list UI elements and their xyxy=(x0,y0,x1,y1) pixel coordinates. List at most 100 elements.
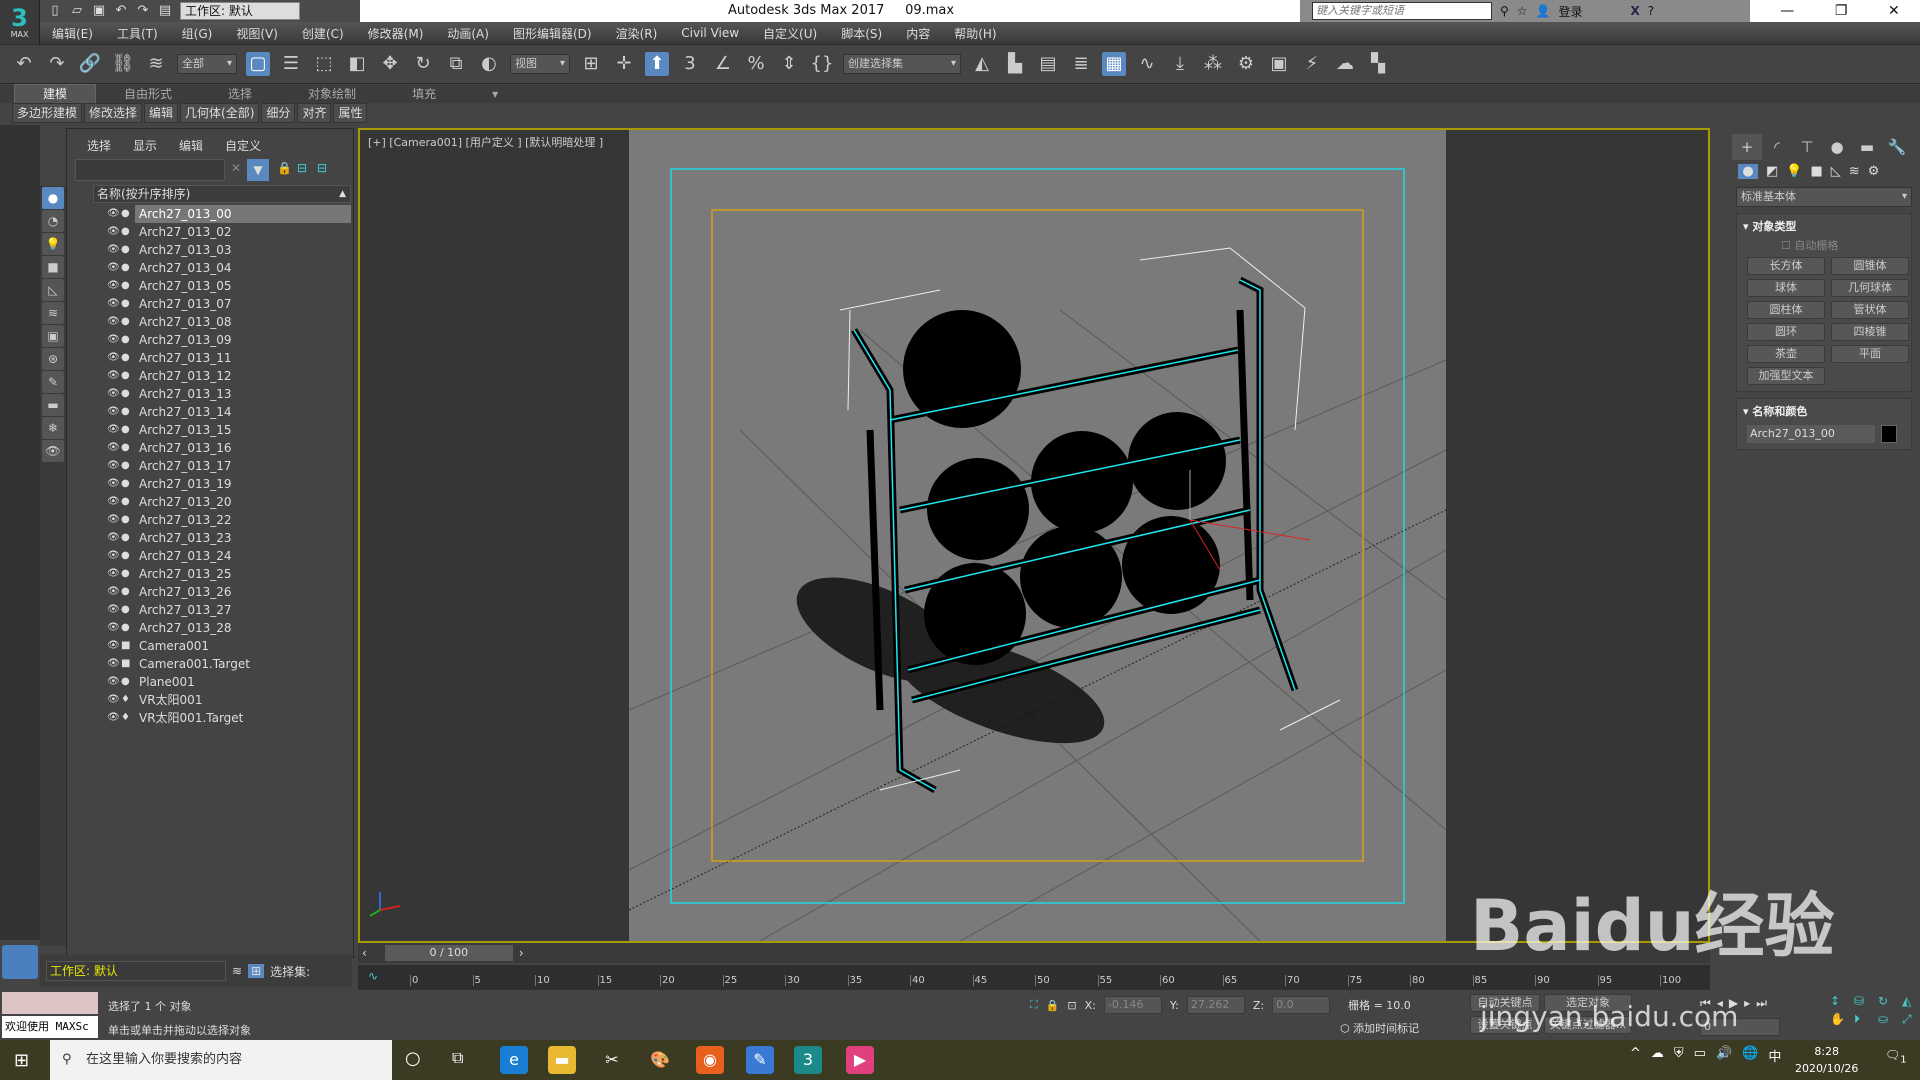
scene-object-row[interactable]: 👁 ■ Camera001 xyxy=(93,637,351,655)
visibility-eye-icon[interactable]: 👁 xyxy=(107,691,121,709)
mirror-icon[interactable]: ◭ xyxy=(970,52,994,76)
scene-object-row[interactable]: 👁 ● Arch27_013_02 xyxy=(93,223,351,241)
schematic-view-icon[interactable]: ⁂ xyxy=(1201,52,1225,76)
display-frozen-icon[interactable]: 👁 xyxy=(42,440,64,462)
visibility-eye-icon[interactable]: 👁 xyxy=(107,331,121,349)
window-crossing-icon[interactable]: ◧ xyxy=(345,52,369,76)
paint-app-icon[interactable]: 🎨 xyxy=(646,1046,674,1074)
snap-3d-icon[interactable]: 3 xyxy=(678,52,702,76)
scene-object-row[interactable]: 👁 ● Arch27_013_24 xyxy=(93,547,351,565)
scene-object-row[interactable]: 👁 ♦ VR太阳001.Target xyxy=(93,709,351,727)
binoculars-icon[interactable]: ⚲ xyxy=(1500,4,1509,18)
link-icon[interactable]: 🔗 xyxy=(78,52,102,76)
menu-tools[interactable]: 工具(T) xyxy=(105,25,170,42)
pyramid-button[interactable]: 四棱锥 xyxy=(1831,323,1909,341)
redo-icon[interactable]: ↷ xyxy=(136,4,150,18)
scene-object-row[interactable]: 👁 ● Plane001 xyxy=(93,673,351,691)
align-icon[interactable]: ▙ xyxy=(1003,52,1027,76)
edge-app-icon[interactable]: e xyxy=(500,1046,528,1074)
collapse-icon[interactable]: ▾ xyxy=(1743,405,1752,418)
visibility-eye-icon[interactable]: 👁 xyxy=(107,403,121,421)
scene-object-row[interactable]: 👁 ● Arch27_013_04 xyxy=(93,259,351,277)
scene-object-row[interactable]: 👁 ● Arch27_013_09 xyxy=(93,331,351,349)
app-logo[interactable]: 3 MAX xyxy=(0,0,40,44)
time-slider-thumb[interactable]: 0 / 100 xyxy=(384,945,513,961)
teapot-button[interactable]: 茶壶 xyxy=(1747,345,1825,363)
windows-start-icon[interactable]: ⊞ xyxy=(14,1050,29,1071)
panel-align[interactable]: 对齐 xyxy=(297,103,332,123)
undo-icon[interactable]: ↶ xyxy=(114,4,128,18)
editor-app-icon[interactable]: ✎ xyxy=(746,1046,774,1074)
scene-object-row[interactable]: 👁 ● Arch27_013_17 xyxy=(93,457,351,475)
autogrid-checkbox[interactable]: ☐ xyxy=(1781,239,1794,252)
display-lights-icon[interactable]: 💡 xyxy=(42,233,64,255)
workspace-dropdown[interactable]: 工作区: 默认 xyxy=(180,2,300,20)
clear-search-icon[interactable]: ✕ xyxy=(231,161,241,175)
tab-populate[interactable]: 填充 xyxy=(384,85,464,103)
file-explorer-app-icon[interactable]: ▬ xyxy=(548,1046,576,1074)
menu-rendering[interactable]: 渲染(R) xyxy=(604,25,670,42)
menu-animation[interactable]: 动画(A) xyxy=(435,25,501,42)
filter-icon[interactable]: ▼ xyxy=(247,159,269,181)
systems-icon[interactable]: ⚙ xyxy=(1868,164,1880,179)
lock-icon[interactable]: 🔒 xyxy=(277,161,292,175)
panel-properties[interactable]: 属性 xyxy=(333,103,368,123)
scene-object-row[interactable]: 👁 ● Arch27_013_23 xyxy=(93,529,351,547)
camera-viewport[interactable]: [+] [Camera001] [用户定义 ] [默认明暗处理 ] xyxy=(358,128,1710,943)
named-selection-dropdown[interactable]: 创建选择集 xyxy=(843,54,961,74)
scene-object-row[interactable]: 👁 ● Arch27_013_08 xyxy=(93,313,351,331)
pan-icon[interactable]: ✋ xyxy=(1830,1012,1850,1027)
display-particles-icon[interactable]: ❄ xyxy=(42,417,64,439)
minimize-button[interactable]: — xyxy=(1780,3,1794,19)
z-coordinate-field[interactable]: 0.0 xyxy=(1272,996,1331,1014)
snipping-app-icon[interactable]: ✂ xyxy=(598,1046,626,1074)
menu-civil-view[interactable]: Civil View xyxy=(669,26,751,40)
motion-tab-icon[interactable]: ● xyxy=(1822,134,1852,160)
menu-group[interactable]: 组(G) xyxy=(170,25,225,42)
isolate-selection-icon[interactable]: ⛶ xyxy=(1030,998,1038,1012)
menu-scripting[interactable]: 脚本(S) xyxy=(829,25,894,42)
help-icon[interactable]: ? xyxy=(1648,4,1654,18)
firefox-app-icon[interactable]: ◉ xyxy=(696,1046,724,1074)
scene-object-row[interactable]: 👁 ● Arch27_013_22 xyxy=(93,511,351,529)
explorer-menu-customize[interactable]: 自定义 xyxy=(225,137,261,154)
scene-object-row[interactable]: 👁 ● Arch27_013_14 xyxy=(93,403,351,421)
shapes-icon[interactable]: ◩ xyxy=(1766,164,1778,179)
explorer-menu-display[interactable]: 显示 xyxy=(133,137,157,154)
visibility-eye-icon[interactable]: 👁 xyxy=(107,259,121,277)
visibility-eye-icon[interactable]: 👁 xyxy=(107,529,121,547)
layer-hierarchy-icon[interactable]: ⊟ xyxy=(317,161,327,175)
scene-explorer-icon[interactable]: ▦ xyxy=(1102,52,1126,76)
explorer-search-input[interactable] xyxy=(75,159,225,181)
visibility-eye-icon[interactable]: 👁 xyxy=(107,205,121,223)
notification-icon[interactable]: 🗨1 xyxy=(1885,1048,1907,1065)
add-time-tag[interactable]: ⬡ 添加时间标记 xyxy=(1340,1020,1419,1036)
manipulate-icon[interactable]: ✛ xyxy=(612,52,636,76)
visibility-eye-icon[interactable]: 👁 xyxy=(107,277,121,295)
ribbon-options-icon[interactable]: ▾ xyxy=(464,85,526,103)
scene-object-row[interactable]: 👁 ♦ VR太阳001 xyxy=(93,691,351,709)
visibility-eye-icon[interactable]: 👁 xyxy=(107,385,121,403)
name-column-header[interactable]: 名称(按升序排序) ▲ xyxy=(93,185,351,203)
display-cameras-icon[interactable]: ■ xyxy=(42,256,64,278)
undo-icon[interactable]: ↶ xyxy=(12,52,36,76)
visibility-eye-icon[interactable]: 👁 xyxy=(107,511,121,529)
menu-create[interactable]: 创建(C) xyxy=(290,25,356,42)
torus-button[interactable]: 圆环 xyxy=(1747,323,1825,341)
tray-security-icon[interactable]: ⛨ xyxy=(1674,1046,1684,1065)
tab-object-paint[interactable]: 对象绘制 xyxy=(280,85,384,103)
display-geometry-icon[interactable]: ● xyxy=(42,187,64,209)
rect-selection-icon[interactable]: ⬚ xyxy=(312,52,336,76)
new-file-icon[interactable]: ▯ xyxy=(48,4,62,18)
display-groups-icon[interactable]: ▣ xyxy=(42,325,64,347)
scene-object-row[interactable]: 👁 ● Arch27_013_11 xyxy=(93,349,351,367)
scene-object-row[interactable]: 👁 ● Arch27_013_25 xyxy=(93,565,351,583)
menu-content[interactable]: 内容 xyxy=(894,25,942,42)
viewport-layout-icon[interactable] xyxy=(2,945,38,979)
scene-object-row[interactable]: 👁 ● Arch27_013_26 xyxy=(93,583,351,601)
visibility-eye-icon[interactable]: 👁 xyxy=(107,223,121,241)
spinner-snap-icon[interactable]: ⇕ xyxy=(777,52,801,76)
maxscript-listener-pink[interactable] xyxy=(2,992,98,1014)
create-tab-icon[interactable]: + xyxy=(1732,134,1762,160)
visibility-eye-icon[interactable]: 👁 xyxy=(107,709,121,727)
